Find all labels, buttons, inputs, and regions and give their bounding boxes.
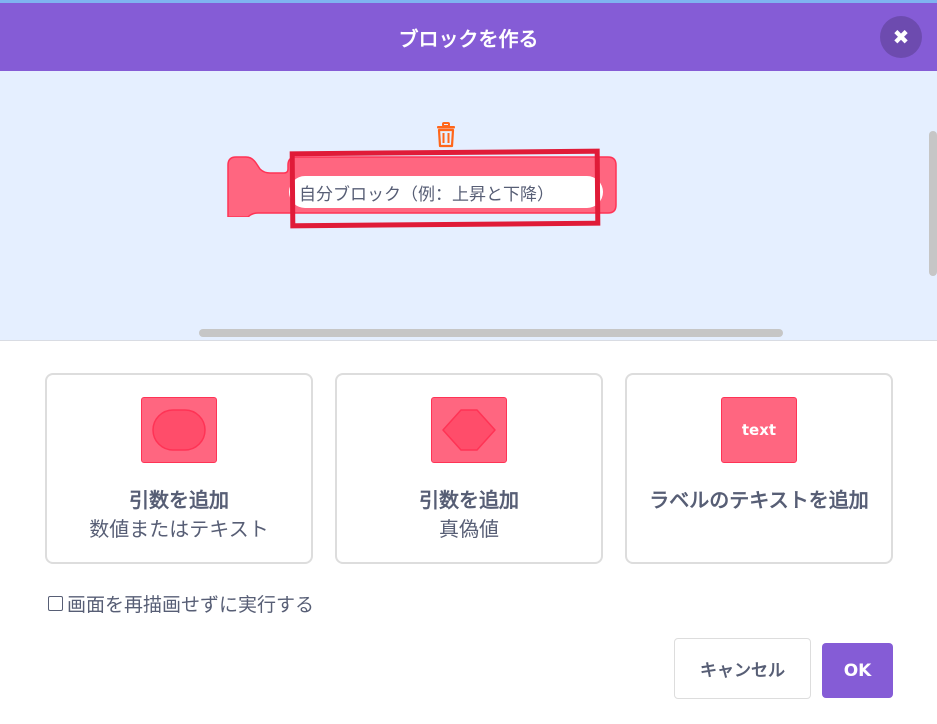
close-button[interactable]: ✖ — [880, 16, 922, 58]
horizontal-scrollbar[interactable] — [199, 329, 783, 337]
block-name-input[interactable] — [289, 176, 603, 208]
trash-icon[interactable] — [433, 122, 459, 148]
text-label-icon-text: text — [741, 421, 777, 439]
text-label-icon: text — [721, 397, 797, 463]
cancel-button[interactable]: キャンセル — [674, 638, 811, 699]
option-subtitle: 真偽値 — [439, 517, 499, 541]
run-without-refresh-checkbox[interactable] — [48, 595, 63, 611]
add-label-text-button[interactable]: text ラベルのテキストを追加 — [625, 373, 893, 564]
option-title: 引数を追加 — [419, 488, 519, 512]
ok-button[interactable]: OK — [822, 643, 893, 698]
round-input-icon — [141, 397, 217, 463]
block-workspace[interactable] — [0, 71, 937, 341]
option-title: ラベルのテキストを追加 — [649, 488, 869, 512]
checkbox-label: 画面を再描画せずに実行する — [67, 593, 315, 616]
option-title: 引数を追加 — [129, 488, 229, 512]
dialog-header: ブロックを作る ✖ — [0, 3, 937, 71]
add-input-boolean-button[interactable]: 引数を追加 真偽値 — [335, 373, 603, 564]
dialog-title: ブロックを作る — [398, 26, 539, 51]
close-icon: ✖ — [892, 25, 910, 49]
run-without-refresh-option[interactable]: 画面を再描画せずに実行する — [48, 590, 314, 616]
option-subtitle: 数値またはテキスト — [89, 517, 269, 541]
hexagon-input-icon — [431, 397, 507, 463]
add-input-number-text-button[interactable]: 引数を追加 数値またはテキスト — [45, 373, 313, 564]
vertical-scrollbar[interactable] — [929, 131, 937, 276]
